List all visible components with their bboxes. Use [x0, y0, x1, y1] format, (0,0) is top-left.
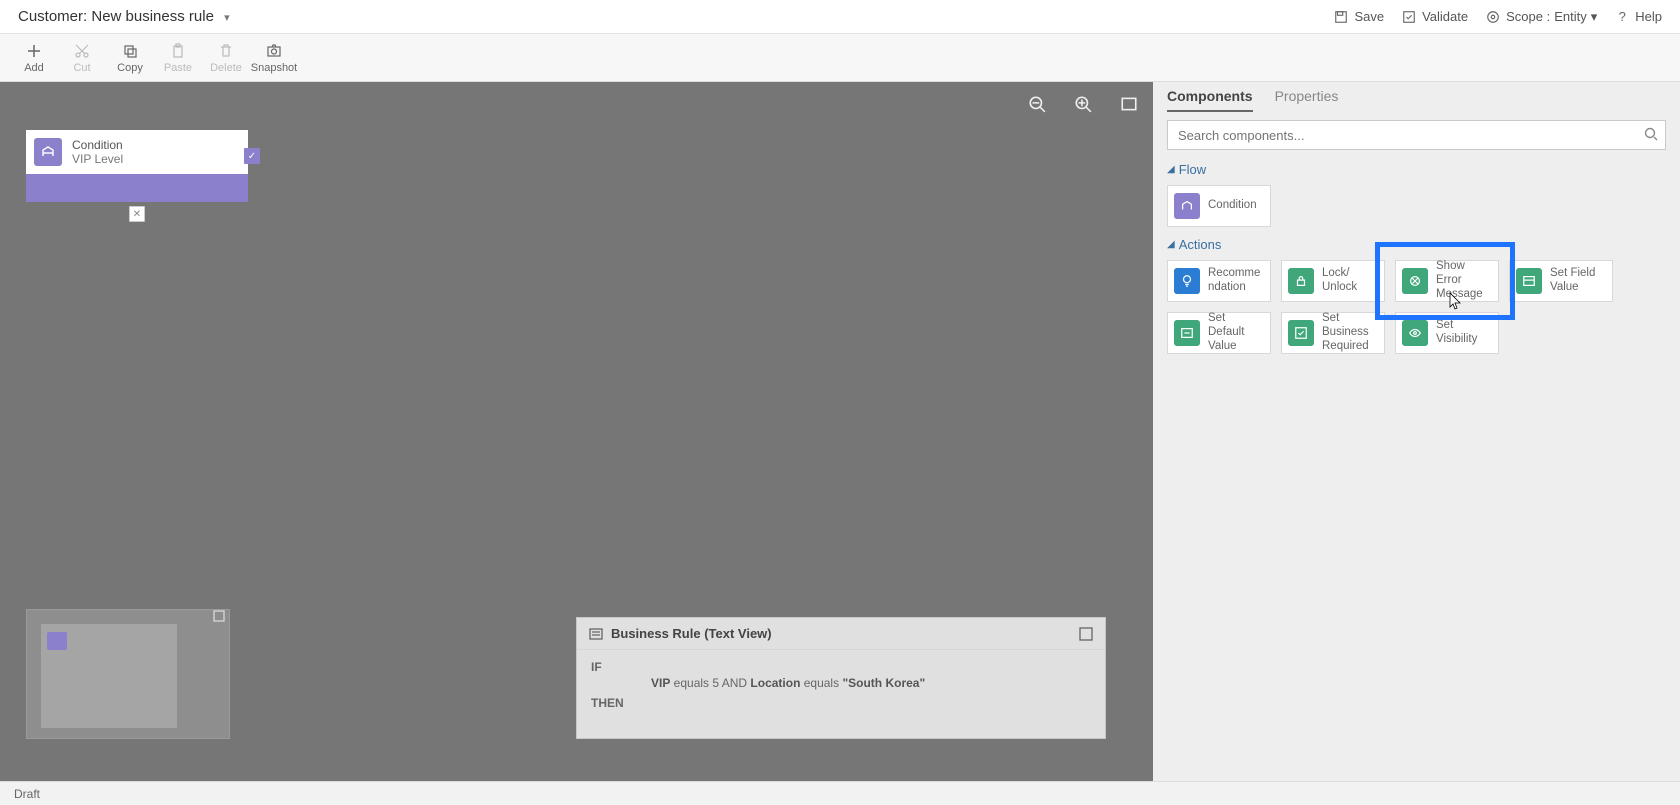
field-icon — [1516, 268, 1542, 294]
condition-subtitle: VIP Level — [72, 152, 123, 166]
search-icon[interactable] — [1644, 127, 1658, 141]
component-set-field-value[interactable]: Set Field Value — [1509, 260, 1613, 302]
snapshot-button[interactable]: Snapshot — [250, 42, 298, 74]
add-button[interactable]: Add — [10, 42, 58, 74]
if-keyword: IF — [591, 660, 602, 674]
copy-icon — [121, 42, 139, 60]
condition-title: Condition — [72, 138, 123, 152]
condition-icon — [34, 138, 62, 166]
close-icon[interactable]: ✕ — [129, 206, 145, 222]
triangle-down-icon: ◢ — [1167, 164, 1175, 175]
validate-button[interactable]: Validate — [1402, 9, 1468, 24]
status-label: Draft — [14, 787, 40, 801]
rule-expression: VIP equals 5 AND Location equals "South … — [591, 676, 1091, 690]
condition-node[interactable]: Condition VIP Level ✓ ✕ — [26, 130, 248, 202]
paste-icon — [169, 42, 187, 60]
paste-button: Paste — [154, 42, 202, 74]
triangle-down-icon: ◢ — [1167, 239, 1175, 250]
search-input[interactable] — [1167, 120, 1666, 150]
component-set-default-value[interactable]: Set Default Value — [1167, 312, 1271, 354]
component-set-visibility[interactable]: Set Visibility — [1395, 312, 1499, 354]
component-recommendation[interactable]: Recommendation — [1167, 260, 1271, 302]
cut-button: Cut — [58, 42, 106, 74]
delete-button: Delete — [202, 42, 250, 74]
cut-icon — [73, 42, 91, 60]
default-icon — [1174, 320, 1200, 346]
condition-icon — [1174, 193, 1200, 219]
camera-icon — [265, 42, 283, 60]
trash-icon — [217, 42, 235, 60]
chevron-down-icon[interactable]: ▾ — [224, 12, 230, 24]
title-prefix: Customer: — [18, 8, 87, 25]
visibility-icon — [1402, 320, 1428, 346]
business-rule-text-view: Business Rule (Text View) IF VIP equals … — [576, 617, 1106, 739]
designer-canvas[interactable]: Condition VIP Level ✓ ✕ — [0, 82, 1153, 781]
scope-dropdown[interactable]: Scope : Entity ▾ — [1486, 9, 1597, 25]
minimap[interactable] — [26, 609, 230, 739]
lightbulb-icon — [1174, 268, 1200, 294]
lock-icon — [1288, 268, 1314, 294]
component-show-error-message[interactable]: Show Error Message — [1395, 260, 1499, 302]
component-lock-unlock[interactable]: Lock/ Unlock — [1281, 260, 1385, 302]
copy-button[interactable]: Copy — [106, 42, 154, 74]
rule-icon — [589, 627, 603, 641]
plus-icon — [25, 42, 43, 60]
then-keyword: THEN — [591, 696, 624, 710]
required-icon — [1288, 320, 1314, 346]
check-icon[interactable]: ✓ — [244, 148, 260, 164]
minimap-node — [47, 632, 67, 650]
title-main: New business rule — [91, 8, 214, 25]
expand-icon[interactable] — [1079, 627, 1093, 641]
page-title[interactable]: Customer: New business rule ▾ — [18, 8, 230, 25]
expand-icon[interactable] — [213, 610, 225, 622]
zoom-out-button[interactable] — [1027, 94, 1047, 114]
help-icon: ? — [1615, 10, 1629, 24]
text-view-title: Business Rule (Text View) — [611, 626, 772, 641]
scope-icon — [1486, 10, 1500, 24]
chevron-down-icon[interactable]: ▾ — [1591, 9, 1598, 25]
section-flow-header[interactable]: ◢ Flow — [1167, 162, 1666, 177]
component-set-business-required[interactable]: Set Business Required — [1281, 312, 1385, 354]
error-icon — [1402, 268, 1428, 294]
component-condition[interactable]: Condition — [1167, 185, 1271, 227]
tab-properties[interactable]: Properties — [1275, 88, 1339, 112]
save-button[interactable]: Save — [1334, 9, 1384, 24]
fit-to-screen-button[interactable] — [1119, 94, 1139, 114]
tab-components[interactable]: Components — [1167, 88, 1253, 112]
validate-icon — [1402, 10, 1416, 24]
section-actions-header[interactable]: ◢ Actions — [1167, 237, 1666, 252]
save-icon — [1334, 10, 1348, 24]
side-panel: Components Properties ◢ Flow Conditi — [1153, 82, 1680, 781]
zoom-in-button[interactable] — [1073, 94, 1093, 114]
help-button[interactable]: ? Help — [1615, 9, 1662, 24]
